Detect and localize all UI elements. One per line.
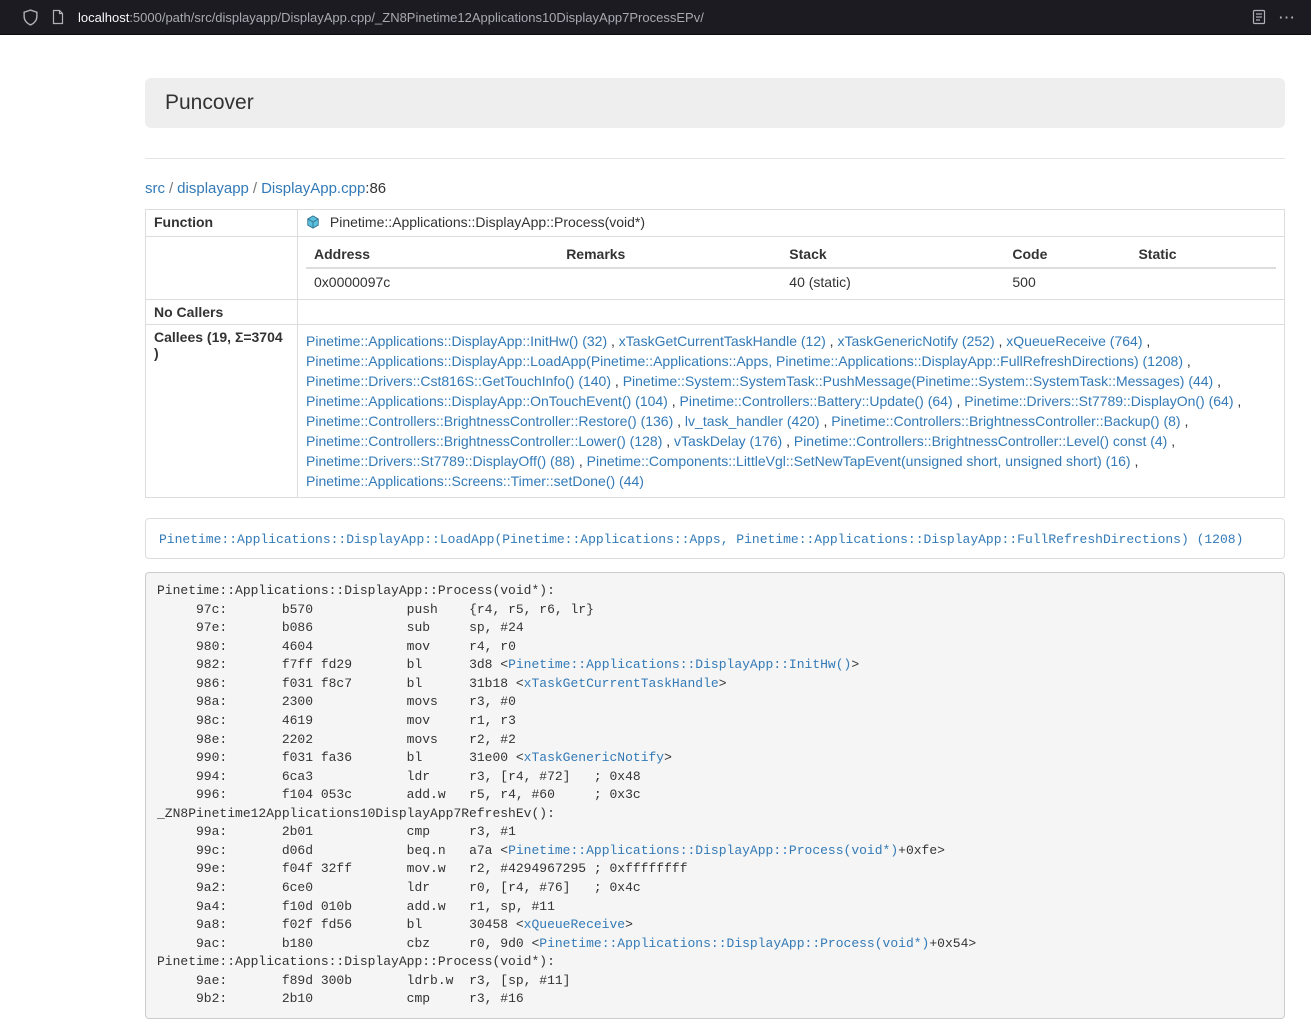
callee-separator: ,	[1183, 353, 1191, 369]
breadcrumb-separator: /	[169, 180, 173, 197]
callee-separator: ,	[826, 333, 838, 349]
callee-link[interactable]: Pinetime::Applications::DisplayApp::Load…	[306, 353, 1183, 369]
callee-link[interactable]: Pinetime::Components::LittleVgl::SetNewT…	[587, 453, 1131, 469]
column-header-stack: Stack	[781, 241, 1004, 268]
cell-static	[1130, 268, 1276, 295]
function-row: Function Pinetime::Applications::Display…	[146, 210, 1285, 237]
cell-address: 0x0000097c	[306, 268, 558, 295]
breadcrumb: src/displayapp/DisplayApp.cpp:86	[145, 180, 1285, 197]
callee-separator: ,	[782, 433, 794, 449]
callee-separator: ,	[995, 333, 1007, 349]
function-symbol-cell: Pinetime::Applications::DisplayApp::Proc…	[298, 210, 1285, 237]
url-bar[interactable]: localhost:5000/path/src/displayapp/Displ…	[78, 10, 704, 25]
callee-separator: ,	[1181, 413, 1189, 429]
callee-separator: ,	[820, 413, 832, 429]
assembly-symbol-link[interactable]: Pinetime::Applications::DisplayApp::Proc…	[508, 843, 898, 858]
assembly-symbol-link[interactable]: Pinetime::Applications::DisplayApp::Proc…	[539, 936, 929, 951]
function-table: Function Pinetime::Applications::Display…	[145, 209, 1285, 498]
callee-link[interactable]: Pinetime::Controllers::BrightnessControl…	[306, 433, 662, 449]
breadcrumb-separator: /	[253, 180, 257, 197]
cell-stack: 40 (static)	[781, 268, 1004, 295]
column-header-code: Code	[1004, 241, 1130, 268]
callees-row: Callees (19, Σ=3704 ) Pinetime::Applicat…	[146, 325, 1285, 498]
column-header-address: Address	[306, 241, 558, 268]
callee-link[interactable]: xTaskGetCurrentTaskHandle (12)	[619, 333, 826, 349]
function-symbol-icon	[306, 215, 320, 232]
function-details-cell: Address Remarks Stack Code Static 0x0000…	[298, 237, 1285, 300]
url-host: localhost	[78, 10, 129, 25]
page-container: Puncover src/displayapp/DisplayApp.cpp:8…	[145, 78, 1285, 1019]
url-bar-left: localhost:5000/path/src/displayapp/Displ…	[0, 3, 704, 31]
function-row-label: Function	[146, 210, 298, 237]
callee-separator: ,	[607, 333, 619, 349]
callees-cell: Pinetime::Applications::DisplayApp::Init…	[298, 325, 1285, 498]
callee-separator: ,	[662, 433, 674, 449]
overflow-menu-icon[interactable]: ⋯	[1273, 3, 1301, 31]
breadcrumb-link-displayapp[interactable]: displayapp	[177, 180, 249, 197]
no-callers-label: No Callers	[146, 300, 298, 325]
callee-link[interactable]: Pinetime::Controllers::BrightnessControl…	[794, 433, 1167, 449]
callee-link[interactable]: Pinetime::System::SystemTask::PushMessag…	[623, 373, 1214, 389]
app-header: Puncover	[145, 78, 1285, 128]
callee-link[interactable]: lv_task_handler (420)	[685, 413, 820, 429]
function-symbol-name: Pinetime::Applications::DisplayApp::Proc…	[330, 214, 645, 230]
callee-link[interactable]: Pinetime::Drivers::St7789::DisplayOn() (…	[964, 393, 1233, 409]
url-bar-right: ⋯	[1245, 3, 1311, 31]
callee-separator: ,	[611, 373, 623, 389]
breadcrumb-line-number: :86	[365, 180, 386, 197]
breadcrumb-link-file[interactable]: DisplayApp.cpp	[261, 180, 365, 197]
function-details-row: Address Remarks Stack Code Static 0x0000…	[146, 237, 1285, 300]
callee-link[interactable]: Pinetime::Applications::Screens::Timer::…	[306, 473, 644, 489]
cell-code: 500	[1004, 268, 1130, 295]
callees-list: Pinetime::Applications::DisplayApp::Init…	[306, 329, 1276, 493]
column-header-remarks: Remarks	[558, 241, 781, 268]
symbol-panel-link[interactable]: Pinetime::Applications::DisplayApp::Load…	[159, 532, 1243, 547]
page-title: Puncover	[165, 91, 254, 114]
callee-link[interactable]: xTaskGenericNotify (252)	[837, 333, 994, 349]
callees-label: Callees (19, Σ=3704 )	[146, 325, 298, 498]
page-info-icon[interactable]	[44, 3, 72, 31]
empty-cell	[298, 300, 1285, 325]
column-header-static: Static	[1130, 241, 1276, 268]
callee-separator: ,	[673, 413, 685, 429]
assembly-symbol-link[interactable]: xTaskGenericNotify	[524, 750, 664, 765]
callee-link[interactable]: Pinetime::Drivers::St7789::DisplayOff() …	[306, 453, 575, 469]
browser-chrome: localhost:5000/path/src/displayapp/Displ…	[0, 0, 1311, 35]
callee-link[interactable]: Pinetime::Controllers::BrightnessControl…	[831, 413, 1180, 429]
function-details-table: Address Remarks Stack Code Static 0x0000…	[306, 241, 1276, 295]
callee-link[interactable]: Pinetime::Applications::DisplayApp::OnTo…	[306, 393, 668, 409]
symbol-panel: Pinetime::Applications::DisplayApp::Load…	[145, 518, 1285, 559]
callee-link[interactable]: Pinetime::Applications::DisplayApp::Init…	[306, 333, 607, 349]
callee-separator: ,	[668, 393, 680, 409]
callee-separator: ,	[1142, 333, 1150, 349]
callee-separator: ,	[575, 453, 587, 469]
assembly-symbol-link[interactable]: xQueueReceive	[524, 917, 625, 932]
callee-separator: ,	[953, 393, 965, 409]
callee-separator: ,	[1213, 373, 1221, 389]
no-callers-row: No Callers	[146, 300, 1285, 325]
empty-cell	[146, 237, 298, 300]
callee-link[interactable]: vTaskDelay (176)	[674, 433, 782, 449]
callee-separator: ,	[1131, 453, 1139, 469]
callee-link[interactable]: Pinetime::Controllers::BrightnessControl…	[306, 413, 673, 429]
callee-link[interactable]: xQueueReceive (764)	[1006, 333, 1142, 349]
callee-separator: ,	[1167, 433, 1175, 449]
breadcrumb-link-src[interactable]: src	[145, 180, 165, 197]
url-path: :5000/path/src/displayapp/DisplayApp.cpp…	[129, 10, 704, 25]
reader-view-icon[interactable]	[1245, 3, 1273, 31]
function-details-values: 0x0000097c 40 (static) 500	[306, 268, 1276, 295]
assembly-code: Pinetime::Applications::DisplayApp::Proc…	[145, 572, 1285, 1019]
shield-icon[interactable]	[16, 3, 44, 31]
assembly-symbol-link[interactable]: xTaskGetCurrentTaskHandle	[524, 676, 719, 691]
assembly-symbol-link[interactable]: Pinetime::Applications::DisplayApp::Init…	[508, 657, 851, 672]
callee-link[interactable]: Pinetime::Drivers::Cst816S::GetTouchInfo…	[306, 373, 611, 389]
callee-separator: ,	[1234, 393, 1242, 409]
divider	[145, 158, 1285, 159]
callee-link[interactable]: Pinetime::Controllers::Battery::Update()…	[680, 393, 953, 409]
cell-remarks	[558, 268, 781, 295]
